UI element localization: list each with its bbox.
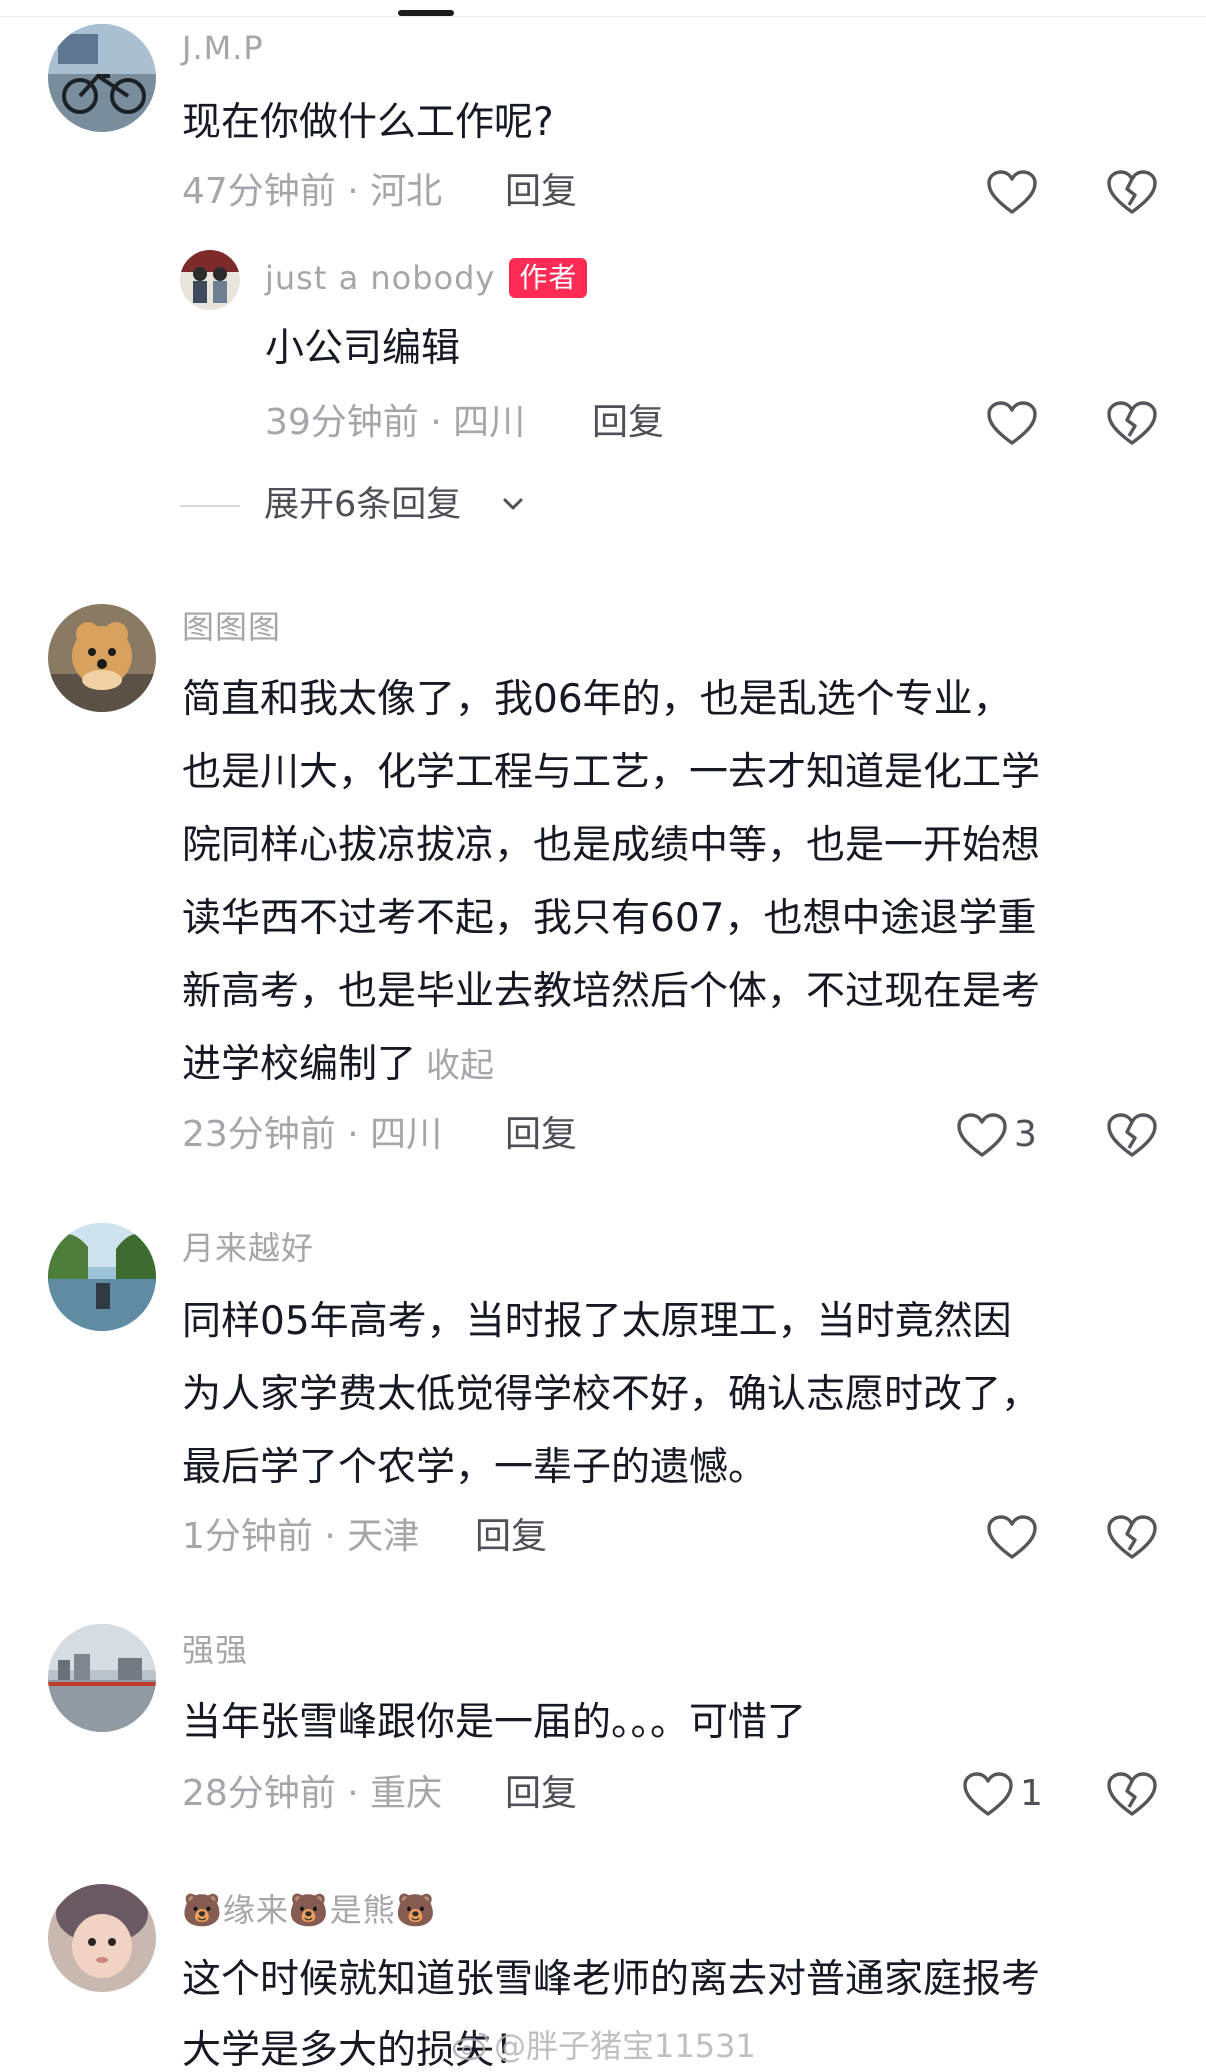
avatar[interactable] <box>48 1884 156 1992</box>
like-count: 1 <box>1020 1773 1043 1814</box>
avatar[interactable] <box>48 24 156 132</box>
broken-heart-icon[interactable] <box>1106 169 1158 215</box>
like-count: 3 <box>1014 1114 1037 1155</box>
divider <box>180 505 240 507</box>
chevron-down-icon <box>503 498 523 510</box>
reply-username-text[interactable]: just a nobody <box>265 259 495 297</box>
expand-replies-label: 展开6条回复 <box>264 485 462 525</box>
reply-meta: 39分钟前 · 四川 <box>265 402 526 443</box>
comment-text-line: 最后学了个农学，一辈子的遗憾。 <box>182 1445 768 1490</box>
comment-username[interactable]: 🐻缘来🐻是熊🐻 <box>182 1890 437 1930</box>
comment-text-line: 也是川大，化学工程与工艺，一去才知道是化工学 <box>182 750 1041 795</box>
reply-button[interactable]: 回复 <box>505 1772 577 1816</box>
author-badge: 作者 <box>509 258 588 298</box>
comment-text: 当年张雪峰跟你是一届的。。。可惜了 <box>182 1686 806 1759</box>
comment-text-tail: 进学校编制了 <box>182 1042 417 1087</box>
heart-outline-icon[interactable] <box>962 1771 1014 1817</box>
heart-outline-icon[interactable] <box>986 169 1038 215</box>
avatar[interactable] <box>48 604 156 712</box>
heart-outline-icon[interactable] <box>986 1514 1038 1560</box>
heart-outline-icon[interactable] <box>986 400 1038 446</box>
comment-text-line: 同样05年高考，当时报了太原理工，当时竟然因 <box>182 1299 1012 1344</box>
avatar[interactable] <box>180 250 240 310</box>
divider <box>0 16 1206 17</box>
comment-username[interactable]: 强强 <box>182 1630 248 1670</box>
comment-text-line: 现在你做什么工作呢? <box>182 100 554 145</box>
comment-username[interactable]: 图图图 <box>182 607 281 647</box>
comment-text: 现在你做什么工作呢? <box>182 86 554 159</box>
heart-outline-icon[interactable] <box>956 1112 1008 1158</box>
watermark-text: @胖子猪宝11531 <box>494 2027 756 2065</box>
comment-username[interactable]: 月来越好 <box>182 1228 314 1268</box>
reply-button[interactable]: 回复 <box>592 401 664 445</box>
comment-text-line: 这个时候就知道张雪峰老师的离去对普通家庭报考 <box>182 1957 1041 2002</box>
comment-text-line: 为人家学费太低觉得学校不好，确认志愿时改了， <box>182 1372 1041 1417</box>
collapse-button[interactable]: 收起 <box>426 1046 494 1086</box>
comment-meta: 1分钟前 · 天津 <box>182 1516 420 1557</box>
broken-heart-icon[interactable] <box>1106 1771 1158 1817</box>
expand-replies-button[interactable]: 展开6条回复 <box>180 483 580 527</box>
comment-text-line: 进学校编制了 收起 <box>182 1028 494 1103</box>
comment-meta: 28分钟前 · 重庆 <box>182 1773 443 1814</box>
comment-username[interactable]: J.M.P <box>182 28 264 68</box>
broken-heart-icon[interactable] <box>1106 1112 1158 1158</box>
reply-button[interactable]: 回复 <box>505 170 577 214</box>
reply-username[interactable]: just a nobody 作者 <box>265 258 588 298</box>
weibo-logo-icon <box>452 2032 489 2061</box>
avatar[interactable] <box>48 1223 156 1331</box>
reply-text: 小公司编辑 <box>265 326 461 371</box>
broken-heart-icon[interactable] <box>1106 400 1158 446</box>
avatar[interactable] <box>48 1624 156 1732</box>
comment-meta: 47分钟前 · 河北 <box>182 171 443 212</box>
reply-button[interactable]: 回复 <box>505 1113 577 1157</box>
comment-meta: 23分钟前 · 四川 <box>182 1114 443 1155</box>
comment-text-line: 新高考，也是毕业去教培然后个体，不过现在是考 <box>182 969 1041 1014</box>
comment-text-line: 当年张雪峰跟你是一届的。。。可惜了 <box>182 1700 807 1745</box>
comment-text-line: 读华西不过考不起，我只有607，也想中途退学重 <box>182 896 1037 941</box>
comment-text-line: 院同样心拔凉拔凉，也是成绩中等，也是一开始想 <box>182 823 1041 868</box>
reply-button[interactable]: 回复 <box>475 1515 547 1559</box>
broken-heart-icon[interactable] <box>1106 1514 1158 1560</box>
comment-text-line: 简直和我太像了，我06年的，也是乱选个专业， <box>182 677 1012 722</box>
